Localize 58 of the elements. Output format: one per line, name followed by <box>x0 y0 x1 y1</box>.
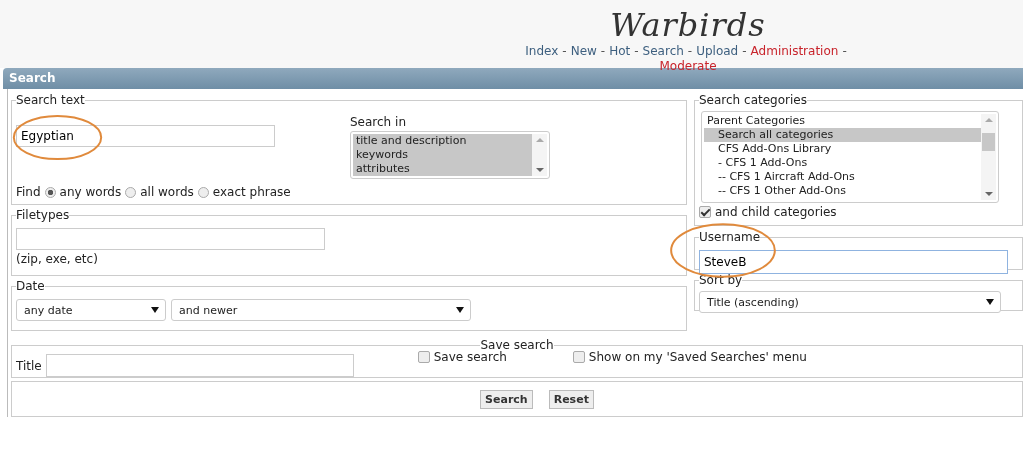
group-legend: Sort by <box>699 273 743 287</box>
sort-dropdown[interactable]: Title (ascending) <box>699 291 1001 313</box>
form-button[interactable]: Reset <box>548 389 594 409</box>
filetypes-field[interactable] <box>16 228 325 250</box>
list-option[interactable]: -- CFS 1 Other Add-Ons <box>704 184 981 198</box>
nav-separator: - <box>742 44 747 58</box>
date-direction-dropdown[interactable]: and newer <box>171 299 471 321</box>
group-legend: Filetypes <box>16 208 70 222</box>
checkbox-label: Show on my 'Saved Searches' menu <box>588 350 807 364</box>
group-legend: Username <box>699 230 761 244</box>
nav-link[interactable]: Index <box>525 44 559 58</box>
form-button[interactable]: Search <box>480 389 533 409</box>
radio-label: all words <box>140 185 194 199</box>
checkbox[interactable] <box>572 351 585 363</box>
nav-separator: - <box>687 44 693 58</box>
username-field[interactable]: SteveB <box>699 250 1008 274</box>
radio-label: any words <box>59 185 122 199</box>
dropdown-arrow-icon <box>986 299 994 305</box>
dropdown-arrow-icon <box>151 307 159 313</box>
dropdown-arrow-icon <box>456 307 464 313</box>
field-label: Search in <box>350 115 407 129</box>
site-title: Warbirds <box>609 6 767 44</box>
nav-link[interactable]: Upload <box>696 44 739 58</box>
field-label: Title <box>16 358 42 373</box>
nav-separator: - <box>562 44 567 58</box>
nav-link[interactable]: New <box>570 44 597 58</box>
date-dropdown[interactable]: any date <box>16 299 166 321</box>
nav-link[interactable]: Administration <box>750 44 839 58</box>
nav-separator: - <box>600 44 606 58</box>
title-field[interactable] <box>45 354 354 377</box>
nav-separator: - <box>634 44 639 58</box>
radio-label: exact phrase <box>212 185 291 199</box>
field-label: Find <box>16 185 41 199</box>
radio-button[interactable] <box>125 186 137 198</box>
radio-button[interactable] <box>197 186 209 198</box>
scrollbar[interactable] <box>981 114 996 200</box>
list-group-label: Parent Categories <box>706 114 806 128</box>
radio-button[interactable] <box>44 186 56 198</box>
list-option[interactable]: -- CFS 1 Aircraft Add-Ons <box>704 170 981 184</box>
search-in-listbox[interactable]: title and description keywords attributes <box>350 131 550 179</box>
group-legend: Date <box>16 279 45 293</box>
nav-link[interactable]: Hot <box>609 44 631 58</box>
list-option[interactable]: CFS Add-Ons Library <box>704 142 981 156</box>
list-option[interactable]: Search all categories <box>704 128 981 142</box>
scrollbar[interactable] <box>532 134 547 176</box>
group-legend: Search categories <box>699 93 807 107</box>
group-legend: Save search <box>480 338 554 352</box>
categories-listbox[interactable]: Parent Categories Search all categories CFS Add-Ons Library - CFS 1 Add-Ons -- CFS 1 Aircraft Add-Ons -- CFS 1 Other Add-Ons <box>701 111 999 203</box>
checkbox-label: and child categories <box>715 205 837 219</box>
search-text-field[interactable]: Egyptian <box>16 125 275 147</box>
checkbox[interactable] <box>417 351 430 363</box>
list-option[interactable]: - CFS 1 Add-Ons <box>704 156 981 170</box>
nav-link[interactable]: Search <box>642 44 684 58</box>
checkbox[interactable] <box>699 206 711 218</box>
nav-separator: - <box>842 44 847 58</box>
field-hint: (zip, exe, etc) <box>16 252 99 266</box>
group-legend: Search text <box>16 93 85 107</box>
checkbox-label: Save search <box>433 350 507 364</box>
